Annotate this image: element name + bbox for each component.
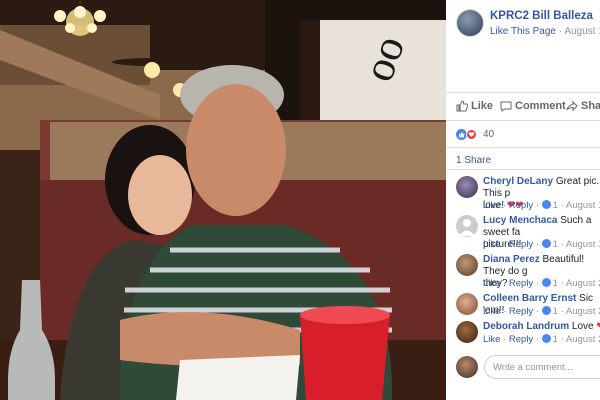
- comment-reaction-count: 1: [552, 200, 558, 211]
- divider: [446, 147, 600, 148]
- write-comment-input[interactable]: Write a comment...: [484, 355, 600, 379]
- thumbs-up-icon: [456, 100, 468, 112]
- like-button[interactable]: Like: [456, 100, 493, 112]
- photo-illustration: oo: [0, 0, 446, 400]
- post-actions: Like Comment Shar: [446, 96, 600, 120]
- divider: [446, 92, 600, 93]
- share-icon: [566, 100, 578, 112]
- like-page-link[interactable]: Like This Page: [490, 26, 556, 37]
- comment-label: Comment: [515, 100, 566, 112]
- comment-reply-link[interactable]: Reply: [509, 278, 533, 289]
- separator-dot: ·: [558, 26, 563, 37]
- comment-reaction-count: 1: [552, 239, 558, 250]
- comment-text: Love: [571, 321, 594, 332]
- like-label: Like: [471, 100, 494, 112]
- comment-reaction-count: 1: [552, 278, 558, 289]
- current-user-avatar: [456, 356, 478, 378]
- comment-like-link[interactable]: Like: [483, 239, 500, 250]
- page-avatar[interactable]: [456, 9, 484, 37]
- love-reaction-icon: [466, 129, 477, 140]
- comment-time[interactable]: August 20 a: [566, 306, 600, 317]
- comment-reply-link[interactable]: Reply: [509, 200, 533, 211]
- comment-button[interactable]: Comment: [500, 100, 566, 112]
- like-reaction-icon: [541, 278, 551, 287]
- comment-like-link[interactable]: Like: [483, 306, 500, 317]
- comment-author[interactable]: Lucy Menchaca: [483, 215, 557, 226]
- comment-author[interactable]: Colleen Barry Ernst: [483, 293, 576, 304]
- comment-author[interactable]: Cheryl DeLany: [483, 176, 553, 187]
- comment-meta: Like · Reply · 1 · August 19 a: [483, 239, 600, 250]
- reaction-count: 40: [483, 129, 495, 140]
- commenter-avatar[interactable]: [456, 215, 478, 237]
- post-subline: Like This Page · August 19: [490, 26, 600, 37]
- page-name-link[interactable]: KPRC2 Bill Balleza: [490, 10, 593, 22]
- comment-body: Deborah Landrum Love ❤: [483, 321, 600, 333]
- heart-emoji: ❤: [596, 321, 600, 332]
- comment-meta: Like · Reply · 1 · August 20 a: [483, 278, 600, 289]
- facebook-post-panel: KPRC2 Bill Balleza Like This Page · Augu…: [446, 0, 600, 400]
- like-reaction-icon: [541, 239, 551, 248]
- comment-meta: Like · Reply · 1 · August 20 a: [483, 306, 600, 317]
- comment-like-link[interactable]: Like: [483, 334, 500, 345]
- comment-time[interactable]: August 19 a: [566, 239, 600, 250]
- post-date[interactable]: August 19: [564, 26, 600, 37]
- comment-time[interactable]: August 20 a: [566, 278, 600, 289]
- default-user-icon: [459, 219, 475, 236]
- comment-author[interactable]: Diana Perez: [483, 254, 540, 265]
- like-reaction-icon: [541, 200, 551, 209]
- share-count-link[interactable]: 1 Share: [456, 155, 491, 166]
- like-reaction-icon: [541, 334, 551, 343]
- like-reaction-icon: [541, 306, 551, 315]
- comment-meta: Like · Reply · 1 · August 19 a: [483, 200, 600, 211]
- reaction-summary[interactable]: 40: [456, 129, 494, 140]
- comment-like-link[interactable]: Like: [483, 200, 500, 211]
- divider: [446, 120, 600, 121]
- share-button[interactable]: Shar: [566, 100, 600, 112]
- post-photo[interactable]: oo: [0, 0, 446, 400]
- comment-time[interactable]: August 20 a: [566, 334, 600, 345]
- share-label: Shar: [581, 100, 600, 112]
- commenter-avatar[interactable]: [456, 254, 478, 276]
- comment-reaction-count: 1: [552, 306, 558, 317]
- comment-time[interactable]: August 19 a: [566, 200, 600, 211]
- divider: [446, 169, 600, 170]
- comment-reply-link[interactable]: Reply: [509, 334, 533, 345]
- comment-icon: [500, 101, 512, 112]
- commenter-avatar[interactable]: [456, 293, 478, 315]
- comment-reply-link[interactable]: Reply: [509, 306, 533, 317]
- comment-reply-link[interactable]: Reply: [509, 239, 533, 250]
- comment-meta: Like · Reply · 1 · August 20 a: [483, 334, 600, 345]
- comment-reaction-count: 1: [552, 334, 558, 345]
- commenter-avatar[interactable]: [456, 176, 478, 198]
- comment-like-link[interactable]: Like: [483, 278, 500, 289]
- commenter-avatar[interactable]: [456, 321, 478, 343]
- comment-author[interactable]: Deborah Landrum: [483, 321, 569, 332]
